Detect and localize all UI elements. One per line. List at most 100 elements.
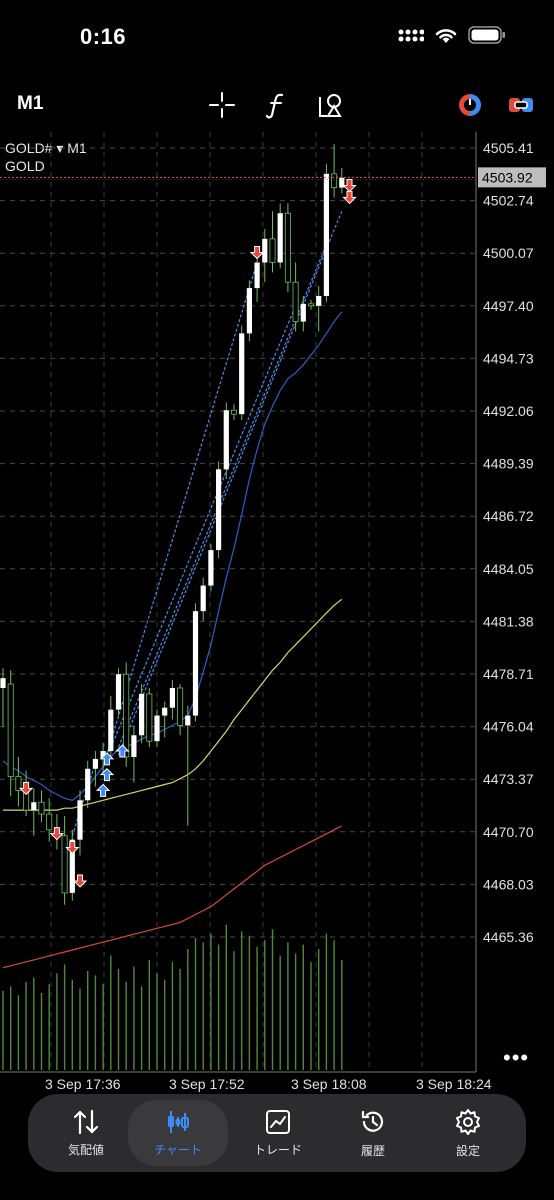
- price-chart[interactable]: 4505.41 4502.74 4500.07 4497.40 4494.73 4492.…: [0, 132, 554, 1092]
- battery-icon: [468, 26, 505, 44]
- candle-body-bull: [254, 262, 260, 289]
- candle-body-bull: [108, 709, 114, 752]
- buy-arrow-icon: [95, 783, 111, 797]
- shapes-icon: [319, 94, 342, 117]
- nav-settings[interactable]: 設定: [418, 1094, 518, 1172]
- candle-body-bull: [162, 707, 168, 716]
- price-axis-label: 4502.74: [483, 193, 534, 209]
- candle-body-bear: [61, 835, 68, 894]
- time-axis-label: 3 Sep 18:08: [291, 1076, 367, 1092]
- candle-body-bull: [277, 213, 283, 263]
- price-axis-label: 4468.03: [483, 876, 534, 892]
- one-click-trading-button[interactable]: [455, 90, 485, 120]
- trade-icon: [266, 1109, 290, 1134]
- price-axis-label: 4476.04: [483, 719, 534, 735]
- chart-icon: [168, 1110, 189, 1133]
- price-axis-label: 4494.73: [483, 350, 534, 366]
- price-axis-label: 4500.07: [483, 245, 534, 261]
- candle-body-bull: [200, 585, 206, 612]
- candle-body-bear: [269, 238, 276, 263]
- history-icon: [361, 1110, 384, 1132]
- candle-body-bull: [154, 715, 160, 742]
- sell-arrow-icon: [249, 246, 265, 260]
- bottom-nav: 気配値 チャート トレード 履歴 設定: [28, 1094, 526, 1172]
- status-time: 0:16: [80, 24, 127, 49]
- sell-arrow-icon: [342, 190, 357, 205]
- candle-body-bull: [139, 693, 145, 736]
- candle-body-bear: [7, 683, 14, 778]
- trade-panel-icon: [509, 98, 533, 112]
- objects-button[interactable]: [316, 90, 346, 120]
- price-axis-label: 4497.40: [483, 298, 534, 314]
- price-axis-label: 4481.38: [483, 613, 534, 629]
- function-icon: [265, 93, 284, 119]
- candle-body-bear: [177, 687, 184, 726]
- candle-body-bull: [92, 758, 98, 769]
- nav-label: 設定: [455, 1143, 480, 1158]
- time-axis-label: 3 Sep 17:36: [45, 1076, 121, 1092]
- candle-body-bull: [216, 469, 222, 551]
- status-bar: 0:16: [0, 0, 554, 76]
- trade-link-line: [71, 762, 96, 836]
- crosshair-icon: [209, 92, 235, 118]
- trade-link-line: [106, 305, 297, 758]
- candle-body-bull: [316, 295, 322, 306]
- candle-body-bull: [239, 333, 245, 415]
- nav-label: 気配値: [67, 1142, 104, 1157]
- price-axis-label: 4478.71: [483, 666, 534, 682]
- sell-arrow-icon: [72, 874, 88, 888]
- price-axis-label: 4484.05: [483, 561, 534, 577]
- candle-body-bull: [77, 800, 83, 840]
- current-price-label: 4503.92: [482, 169, 533, 185]
- quotes-icon: [73, 1109, 99, 1134]
- candle-body-bear: [230, 409, 237, 415]
- sell-arrow-icon: [49, 827, 65, 841]
- moving-average-line: [2, 825, 343, 969]
- nav-quotes[interactable]: 気配値: [36, 1094, 136, 1172]
- candle-body-bear: [284, 212, 291, 283]
- candle-body-bear: [146, 693, 153, 742]
- candle-body-bull: [131, 735, 137, 757]
- candle-body-bull: [323, 173, 329, 296]
- price-axis-label: 4486.72: [483, 508, 534, 524]
- candle-body-bear: [292, 281, 299, 322]
- nav-label: 履歴: [360, 1143, 385, 1158]
- price-axis-label: 4473.37: [483, 771, 534, 787]
- price-axis-label: 4492.06: [483, 403, 534, 419]
- trade-link-line: [117, 211, 343, 756]
- candle-body-bear: [331, 173, 338, 189]
- price-axis-label: 4505.41: [483, 140, 534, 156]
- indicators-button[interactable]: [262, 90, 292, 120]
- nav-history[interactable]: 履歴: [323, 1094, 423, 1172]
- candle-body-bull: [300, 303, 306, 322]
- candle-body-bull: [185, 715, 191, 726]
- settings-icon: [456, 1108, 480, 1135]
- candle-body-bull: [169, 687, 175, 708]
- time-axis-label: 3 Sep 17:52: [169, 1076, 245, 1092]
- more-icon[interactable]: •••: [503, 1045, 529, 1071]
- timeframe-selector[interactable]: M1: [17, 93, 43, 115]
- candle-body-bull: [208, 550, 214, 586]
- cellular-signal-icon: [398, 29, 424, 42]
- nav-chart[interactable]: チャート: [128, 1100, 228, 1166]
- price-axis-label: 4489.39: [483, 456, 534, 472]
- candle-body-bear: [307, 303, 314, 307]
- candle-body-bull: [223, 410, 229, 470]
- sell-arrow-icon: [342, 179, 357, 193]
- nav-label: チャート: [154, 1142, 202, 1157]
- time-axis-label: 3 Sep 18:24: [416, 1076, 492, 1092]
- sell-arrow-icon: [65, 840, 80, 855]
- candle-body-bull: [85, 768, 91, 801]
- candle-body-bear: [38, 801, 45, 815]
- depth-of-market-button[interactable]: [506, 90, 536, 120]
- candle-body-bear: [123, 673, 130, 758]
- candle-body-bull: [115, 674, 122, 710]
- nav-label: トレード: [253, 1142, 302, 1157]
- candle-body-bull: [262, 238, 268, 263]
- candle-body-bull: [192, 611, 199, 716]
- candle-body-bull: [0, 678, 6, 688]
- status-icons: [398, 26, 506, 44]
- crosshair-button[interactable]: [207, 90, 237, 120]
- nav-trade[interactable]: トレード: [228, 1094, 328, 1172]
- candle-body-bear: [46, 813, 53, 831]
